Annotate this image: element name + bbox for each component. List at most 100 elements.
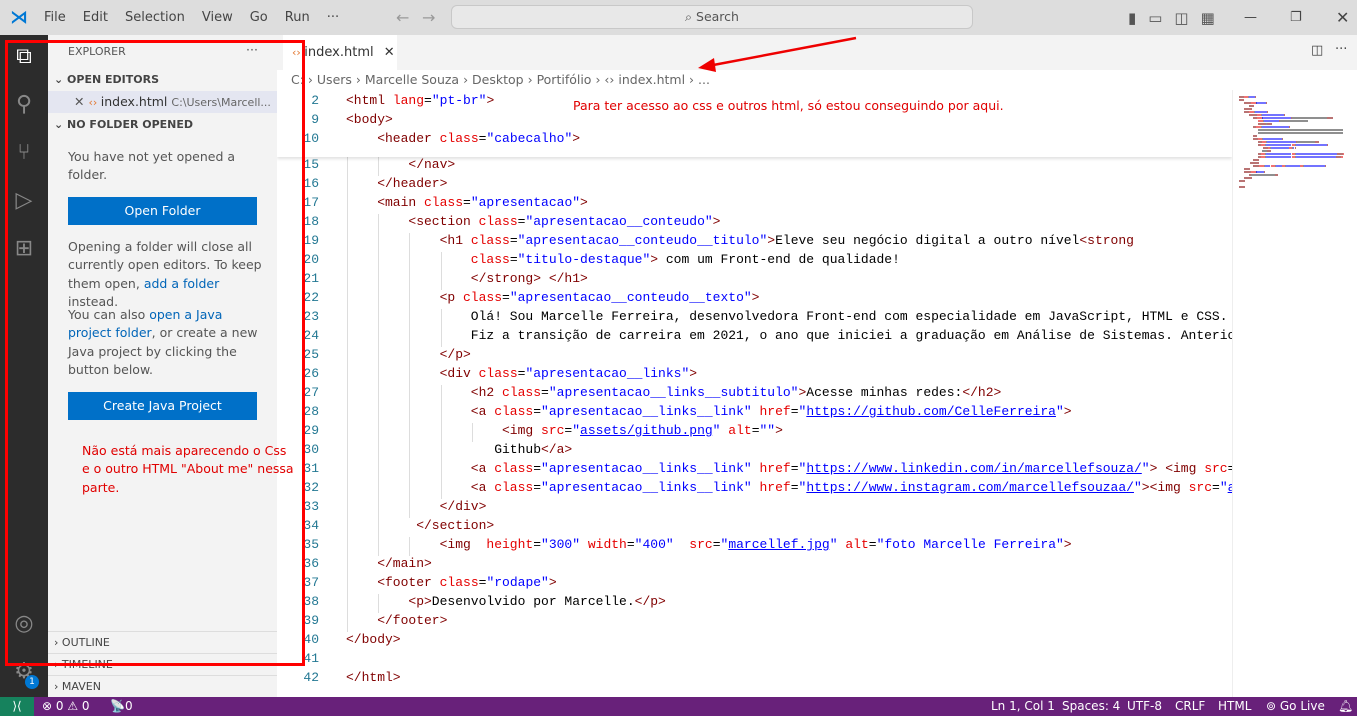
code-editor[interactable]: 2 <html lang="pt-br"> 9 <body> 10 <header cla…: [277, 90, 1232, 697]
breadcrumb-item[interactable]: Portifólio: [537, 72, 592, 87]
indent-guide: [409, 290, 411, 309]
notifications-bell-icon[interactable]: 🔔︎: [1338, 697, 1353, 716]
minimap-line: [1327, 117, 1334, 119]
layout-icons[interactable]: ▮▭◫▦: [1128, 9, 1227, 27]
str-token: "foto Marcelle Ferreira": [876, 537, 1064, 552]
indent-guide: [347, 309, 348, 328]
indent-guide: [409, 347, 411, 366]
breadcrumb-item[interactable]: Marcelle Souza: [365, 72, 459, 87]
menu-run[interactable]: Run: [285, 10, 310, 25]
text-token: =: [751, 423, 760, 438]
indent-guide: [409, 385, 411, 404]
code-line: <img src="assets/github.png" alt="">: [502, 423, 783, 438]
indent-guide: [378, 537, 380, 556]
close-window-icon[interactable]: ✕: [1336, 8, 1349, 27]
ports-indicator[interactable]: 📡0: [110, 697, 133, 716]
indent-guide: [347, 499, 348, 518]
minimap-line: [1325, 165, 1327, 167]
go-live-button[interactable]: ⊚ Go Live: [1266, 697, 1325, 716]
forward-arrow-icon[interactable]: →: [422, 8, 435, 27]
language-mode[interactable]: HTML: [1218, 697, 1251, 716]
encoding[interactable]: UTF-8: [1127, 697, 1162, 716]
indent-guide: [347, 385, 348, 404]
link-token[interactable]: https://github.com/CelleFerreira: [806, 404, 1056, 419]
more-actions-icon[interactable]: ···: [1335, 42, 1347, 57]
link-token[interactable]: https://www.linkedin.com/in/marcellefsou…: [806, 461, 1141, 476]
link-token[interactable]: marcellef.jpg: [728, 537, 829, 552]
breadcrumb-item[interactable]: ‹› index.html: [604, 72, 685, 87]
code-line: <body>: [346, 112, 393, 127]
indent-guide: [409, 537, 411, 556]
minimap-line: [1263, 171, 1265, 173]
vscode-logo-icon: ⋊: [10, 7, 28, 28]
tag-token: >: [548, 575, 557, 590]
link-token[interactable]: assets/github.png: [580, 423, 713, 438]
indent-guide: [409, 480, 411, 499]
indent-guide: [378, 328, 380, 347]
indent-guide: [347, 252, 348, 271]
minimap[interactable]: [1232, 90, 1357, 697]
cursor-position[interactable]: Ln 1, Col 1: [991, 697, 1055, 716]
minimap-line: [1243, 102, 1251, 104]
minimap-line: [1266, 144, 1292, 146]
menu-edit[interactable]: Edit: [83, 10, 108, 25]
close-tab-icon[interactable]: ✕: [384, 45, 395, 60]
indentation[interactable]: Spaces: 4: [1062, 697, 1120, 716]
minimap-line: [1283, 114, 1285, 116]
str-token: ": [1219, 480, 1228, 495]
indent-guide: [347, 233, 348, 252]
link-token[interactable]: https://www.instagram.com/marcellefsouza…: [806, 480, 1134, 495]
restore-icon[interactable]: ❐: [1290, 10, 1302, 25]
chevron-right-icon: ›: [54, 680, 62, 693]
text-token: =: [541, 385, 549, 400]
indent-guide: [378, 309, 380, 328]
line-ending[interactable]: CRLF: [1175, 697, 1205, 716]
tag-token: <a: [470, 461, 495, 476]
minimap-line: [1243, 168, 1251, 170]
menu-file[interactable]: File: [44, 10, 66, 25]
menu-view[interactable]: View: [202, 10, 233, 25]
code-line: <p>Desenvolvido por Marcelle.</p>: [408, 594, 665, 609]
indent-guide: [409, 328, 411, 347]
minimap-line: [1266, 153, 1292, 155]
annotation-top: Para ter acesso ao css e outros html, só…: [573, 98, 1004, 113]
breadcrumb-item[interactable]: Users: [317, 72, 352, 87]
tag-token: >: [1063, 537, 1072, 552]
maven-section[interactable]: › MAVEN: [48, 675, 277, 697]
menu-more[interactable]: ···: [327, 10, 339, 25]
minimap-line: [1296, 141, 1315, 143]
minimap-line: [1266, 156, 1292, 158]
menu-selection[interactable]: Selection: [125, 10, 185, 25]
tab-label: index.html: [304, 45, 374, 60]
minimap-line: [1289, 126, 1291, 128]
indent-guide: [347, 290, 348, 309]
remote-indicator[interactable]: ⟩⟨: [0, 697, 34, 716]
attr-token: class: [463, 290, 503, 305]
menu-go[interactable]: Go: [250, 10, 268, 25]
tag-token: </a>: [541, 442, 573, 457]
minimap-line: [1292, 117, 1328, 119]
attr-token: class: [439, 575, 479, 590]
problems-indicator[interactable]: ⊗ 0 ⚠ 0: [42, 697, 90, 716]
back-arrow-icon[interactable]: ←: [396, 8, 409, 27]
minimap-line: [1253, 159, 1259, 161]
indent-guide: [409, 404, 411, 423]
tag-token: >: [580, 195, 588, 210]
text-token: =: [790, 480, 799, 495]
indent-guide: [440, 271, 442, 290]
split-editor-icon[interactable]: ◫: [1311, 43, 1323, 58]
breadcrumb-item[interactable]: Desktop: [472, 72, 524, 87]
indent-guide: [440, 328, 442, 347]
tag-token: </main>: [377, 556, 432, 571]
str-token: "rodape": [486, 575, 549, 590]
indent-guide: [440, 404, 442, 423]
tag-token: >: [767, 233, 776, 248]
str-token: ": [829, 537, 846, 552]
minimap-line: [1296, 156, 1335, 158]
indent-guide: [347, 423, 348, 442]
indent-guide: [378, 290, 380, 309]
indent-guide: [347, 613, 348, 632]
minimize-icon[interactable]: —: [1244, 10, 1257, 25]
tag-token: <img: [439, 537, 487, 552]
command-center-search[interactable]: ⌕ Search: [451, 5, 973, 29]
